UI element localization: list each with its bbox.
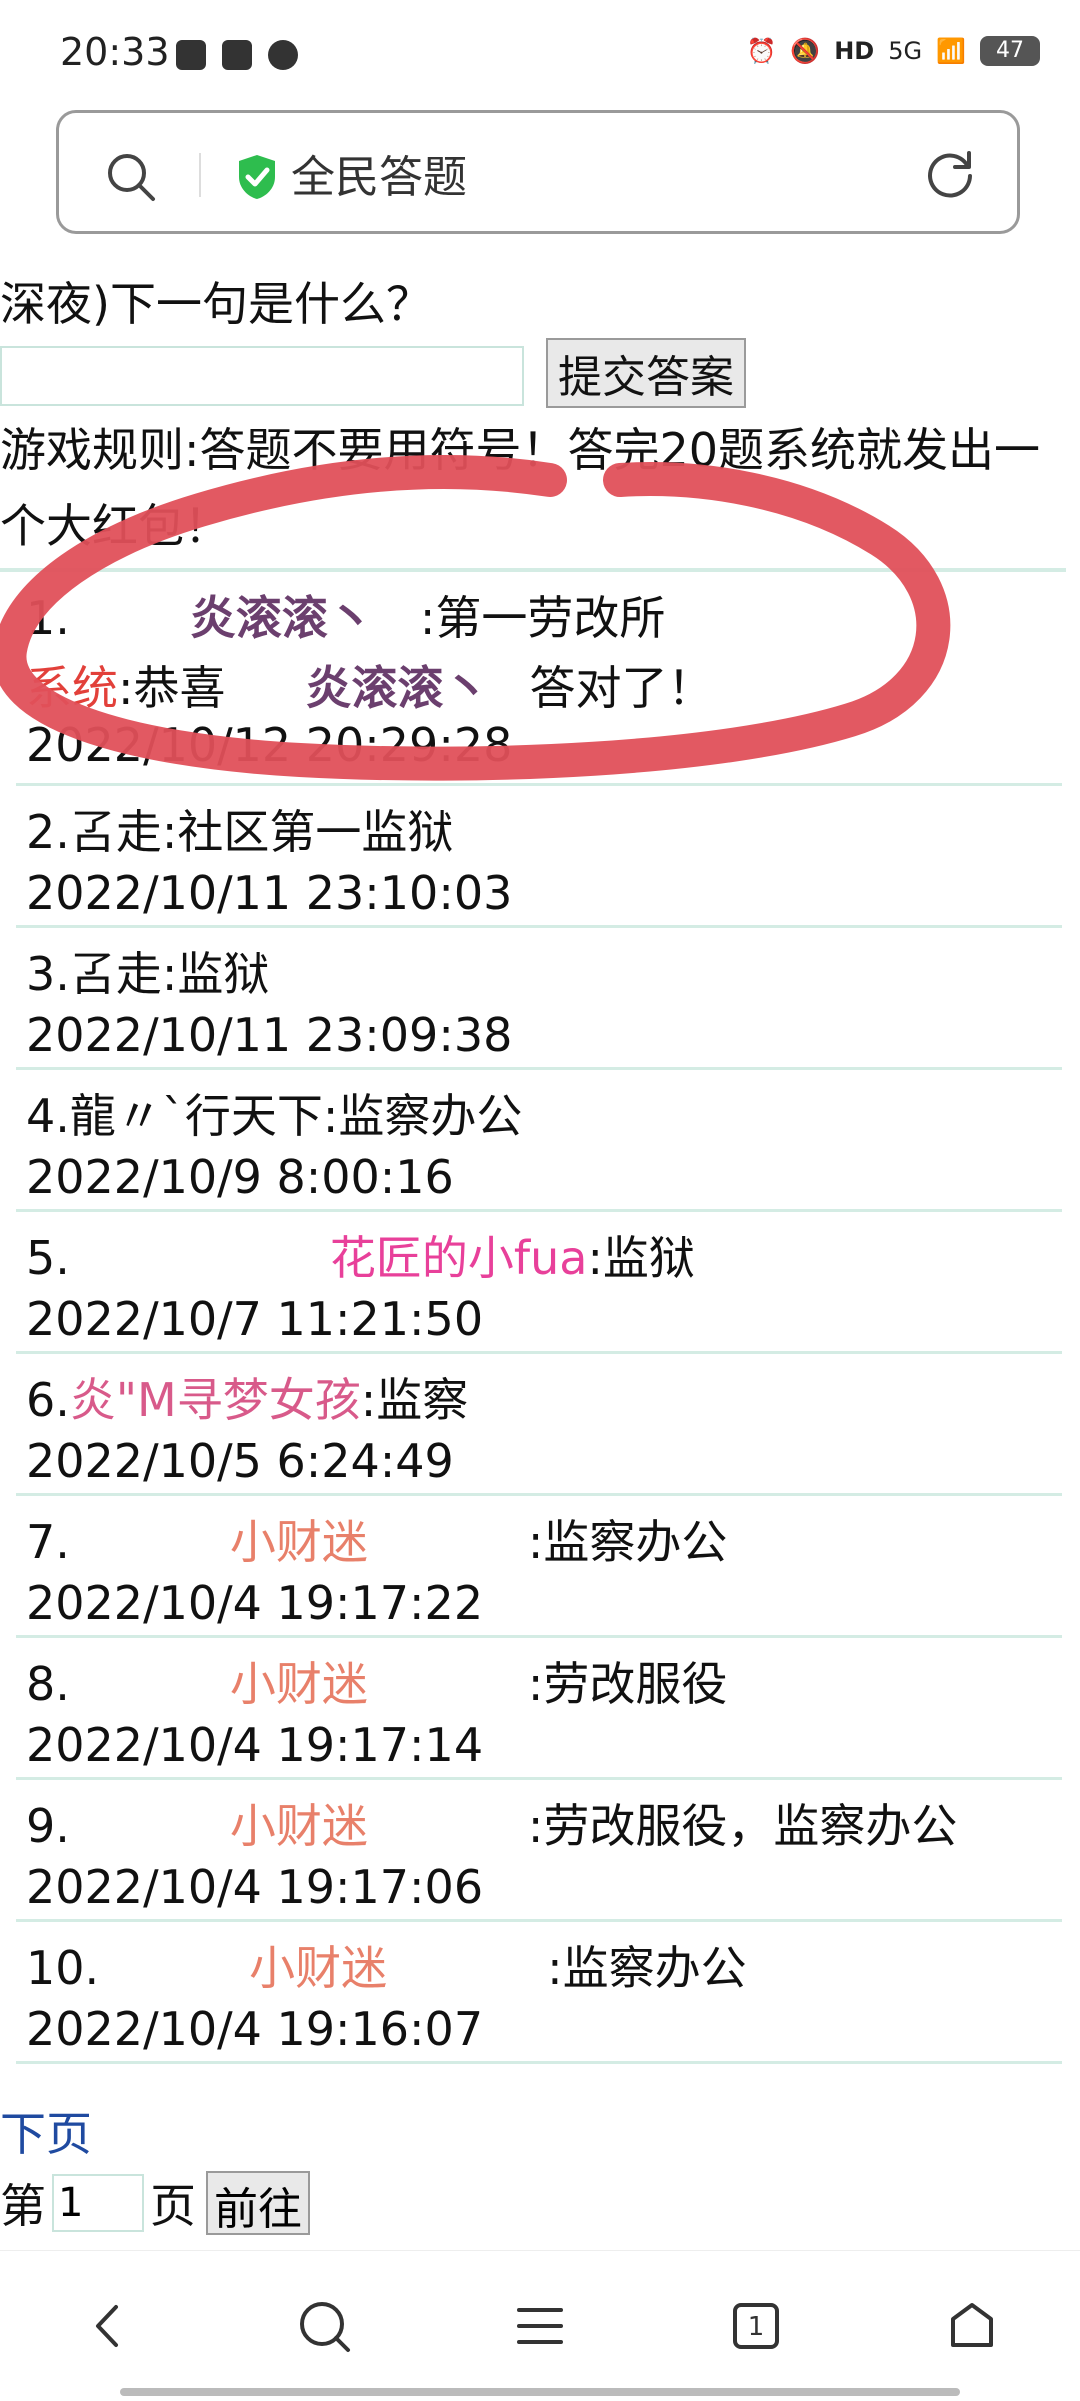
answer-nickname: 叾走: [69, 805, 162, 859]
answer-time: 2022/10/7 11:21:50: [26, 1292, 484, 1346]
answer-nickname: 炎"M寻梦女孩: [69, 1373, 361, 1427]
answer-nickname: 小财迷: [229, 1515, 368, 1569]
answer-index: 1.: [26, 591, 70, 645]
answer-index: 7.: [26, 1515, 70, 1569]
list-item: 8. 小财迷 :劳改服役 2022/10/4 19:17:14: [16, 1638, 1062, 1780]
svg-text:1: 1: [748, 2312, 765, 2342]
answer-time: 2022/10/12 20:29:28: [26, 718, 513, 772]
list-item: 1. 炎滚滚丶:第一劳改所 系统:恭喜 炎滚滚丶 答对了！ 2022/10/12 20…: [16, 572, 1062, 786]
answer-index: 4.: [26, 1089, 70, 1143]
answer-time: 2022/10/9 8:00:16: [26, 1150, 454, 1204]
system-message: 系统:恭喜 炎滚滚丶 答对了！: [26, 652, 714, 718]
answer-text: :第一劳改所: [419, 591, 666, 645]
question-text: 深夜)下一句是什么？: [0, 277, 432, 331]
home-indicator: [120, 2388, 960, 2396]
hd-icon: HD: [834, 37, 875, 65]
address-bar[interactable]: 全民答题: [56, 110, 1020, 234]
answer-index: 3.: [26, 947, 70, 1001]
list-item: 6.炎"M寻梦女孩:监察 2022/10/5 6:24:49: [16, 1354, 1062, 1496]
answer-index: 6.: [26, 1373, 70, 1427]
answer-text: :监察办公: [547, 1941, 747, 1995]
answer-text: :监狱: [587, 1231, 695, 1285]
answer-text: :社区第一监狱: [161, 805, 454, 859]
wifi-icon: 📶: [936, 37, 966, 65]
bottom-navigation: 1: [0, 2250, 1080, 2401]
system-nickname: 炎滚滚丶: [305, 661, 490, 715]
list-item: 2.叾走:社区第一监狱 2022/10/11 23:10:03: [16, 786, 1062, 928]
page-prefix: 第: [0, 2179, 46, 2233]
page-number-input[interactable]: [52, 2174, 144, 2232]
answer-nickname: 龍〃ˋ行天下: [69, 1089, 323, 1143]
alarm-icon: ⏰: [746, 37, 777, 65]
search-icon[interactable]: [103, 149, 159, 205]
list-item: 9. 小财迷 :劳改服役，监察办公 2022/10/4 19:17:06: [16, 1780, 1062, 1922]
answer-time: 2022/10/11 23:09:38: [26, 1008, 513, 1062]
answer-index: 5.: [26, 1231, 70, 1285]
answer-index: 10.: [26, 1941, 100, 1995]
answer-time: 2022/10/11 23:10:03: [26, 866, 513, 920]
answer-nickname: 小财迷: [249, 1941, 388, 1995]
answer-input[interactable]: [0, 346, 524, 406]
list-item: 7. 小财迷 :监察办公 2022/10/4 19:17:22: [16, 1496, 1062, 1638]
network-label: 5G: [888, 37, 923, 65]
answer-time: 2022/10/5 6:24:49: [26, 1434, 454, 1488]
battery-icon: 47: [980, 36, 1040, 66]
answer-text: :劳改服役: [527, 1657, 728, 1711]
answer-time: 2022/10/4 19:17:22: [26, 1576, 484, 1630]
back-button[interactable]: [68, 2286, 148, 2366]
answer-text: :监察办公: [527, 1515, 728, 1569]
home-icon: [951, 2303, 993, 2347]
status-time: 20:33: [60, 30, 170, 74]
answer-nickname: 炎滚滚丶: [189, 591, 374, 645]
system-label: 系统: [26, 661, 118, 715]
list-item: 4.龍〃ˋ行天下:监察办公 2022/10/9 8:00:16: [16, 1070, 1062, 1212]
answer-time: 2022/10/4 19:16:07: [26, 2002, 484, 2056]
answer-index: 8.: [26, 1657, 70, 1711]
list-item: 10. 小财迷 :监察办公 2022/10/4 19:16:07: [16, 1922, 1062, 2064]
status-bar: 20:33 ⏰ 🔕 HD 5G 📶 47: [0, 0, 1080, 100]
app-notification-icon: [176, 40, 206, 70]
shield-check-icon: [239, 155, 275, 199]
answer-index: 2.: [26, 805, 70, 859]
page-title: 全民答题: [291, 152, 467, 203]
chat-notification-icon: [268, 40, 298, 70]
answer-nickname: 叾走: [69, 947, 162, 1001]
list-item: 5. 花匠的小fua:监狱 2022/10/7 11:21:50: [16, 1212, 1062, 1354]
go-button[interactable]: 前往: [206, 2171, 310, 2235]
answer-nickname: 小财迷: [229, 1657, 368, 1711]
page-jump: 第 页 前往: [0, 2170, 310, 2236]
answer-text: :监察: [360, 1373, 469, 1427]
menu-button[interactable]: [500, 2286, 580, 2366]
address-divider: [199, 153, 201, 197]
page-suffix: 页: [150, 2179, 196, 2233]
search-nav-icon: [300, 2302, 350, 2352]
list-item: 3.叾走:监狱 2022/10/11 23:09:38: [16, 928, 1062, 1070]
tabs-button[interactable]: 1: [716, 2286, 796, 2366]
search-nav-button[interactable]: [284, 2286, 364, 2366]
tabs-icon: 1: [733, 2303, 779, 2349]
status-indicators: ⏰ 🔕 HD 5G 📶 47: [746, 36, 1040, 66]
next-page-link[interactable]: 下页: [0, 2098, 92, 2164]
back-icon: [96, 2305, 118, 2347]
mute-icon: 🔕: [790, 37, 821, 65]
system-text: :恭喜: [118, 661, 226, 715]
answer-text: :劳改服役，监察办公: [527, 1799, 958, 1853]
answer-text: :监狱: [161, 947, 270, 1001]
answer-index: 9.: [26, 1799, 70, 1853]
answer-time: 2022/10/4 19:17:14: [26, 1718, 484, 1772]
game-rules: 游戏规则:答题不要用符号！答完20题系统就发出一个大红包！: [0, 423, 1041, 553]
mail-notification-icon: [222, 40, 252, 70]
answer-list: 1. 炎滚滚丶:第一劳改所 系统:恭喜 炎滚滚丶 答对了！ 2022/10/12 20…: [0, 568, 1066, 2064]
submit-answer-button[interactable]: 提交答案: [546, 338, 746, 408]
answer-text: :监察办公: [322, 1089, 523, 1143]
home-button[interactable]: [932, 2286, 1012, 2366]
answer-nickname: 花匠的小fua: [329, 1231, 588, 1285]
menu-icon: [517, 2308, 563, 2344]
reload-icon[interactable]: [923, 147, 977, 201]
system-text-end: 答对了！: [529, 661, 714, 715]
answer-nickname: 小财迷: [229, 1799, 368, 1853]
answer-time: 2022/10/4 19:17:06: [26, 1860, 484, 1914]
